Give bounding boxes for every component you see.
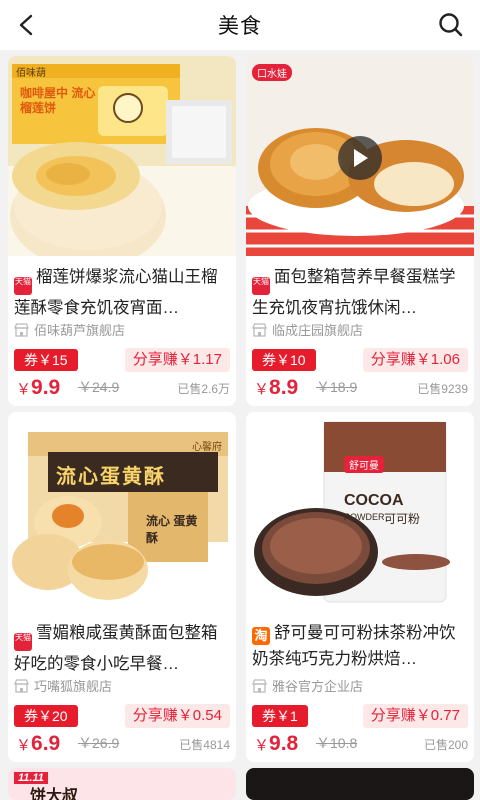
image-brand-text: 饼大叔 — [30, 788, 79, 800]
search-button[interactable] — [434, 8, 468, 42]
tmall-badge: 天猫 — [14, 633, 32, 651]
price-row: ￥9.9 ￥24.9 已售2.6万 — [16, 374, 230, 400]
current-price: ￥9.9 — [16, 376, 61, 399]
image-pack-cn: 可可粉 — [384, 512, 421, 526]
product-card[interactable]: 心馨府 流心蛋黄酥 流心 蛋黄酥 天猫 雪媚粮咸蛋黄酥面包整箱好吃的零食小吃早餐…… — [8, 412, 236, 762]
chevron-left-icon — [19, 14, 33, 36]
coupon-badge[interactable]: 券￥10 — [252, 349, 316, 371]
play-icon — [354, 149, 368, 167]
image-brand-text: 心馨府 — [192, 442, 222, 453]
shop-name[interactable]: 佰味葫芦旗舰店 — [14, 320, 125, 339]
product-card-partial[interactable] — [246, 768, 474, 800]
share-earn-button[interactable]: 分享赚￥1.06 — [362, 348, 468, 372]
product-image: 心馨府 流心蛋黄酥 流心 蛋黄酥 — [8, 412, 236, 612]
product-name: 雪媚粮咸蛋黄酥面包整箱好吃的零食小吃早餐… — [14, 624, 218, 672]
store-icon — [252, 322, 267, 337]
price-row: ￥9.8 ￥10.8 已售200 — [254, 730, 468, 756]
product-name: 面包整箱营养早餐蛋糕学生充饥夜宵抗饿休闲… — [252, 268, 456, 316]
image-brand-text: 口水娃 — [252, 64, 292, 81]
back-button[interactable] — [10, 8, 44, 42]
sold-count: 已售2.6万 — [177, 382, 230, 396]
sold-count: 已售4814 — [179, 738, 230, 752]
share-earn-button[interactable]: 分享赚￥0.77 — [362, 704, 468, 728]
original-price: ￥10.8 — [316, 735, 358, 751]
product-image: 舒可曼 COCOA POWDER 可可粉 — [246, 412, 474, 612]
product-title[interactable]: 天猫 面包整箱营养早餐蛋糕学生充饥夜宵抗饿休闲… — [252, 264, 470, 316]
product-image: 佰味葫 咖啡屋中 流心榴莲饼 — [8, 56, 236, 256]
tmall-badge: 天猫 — [14, 277, 32, 295]
share-earn-button[interactable]: 分享赚￥0.54 — [124, 704, 230, 728]
image-pack-title: COCOA — [344, 492, 404, 509]
store-icon — [14, 678, 29, 693]
image-brand-text: 舒可曼 — [344, 456, 384, 473]
sold-count: 已售9239 — [417, 382, 468, 396]
store-icon — [252, 678, 267, 693]
coupon-badge[interactable]: 券￥1 — [252, 705, 308, 727]
taobao-badge: 淘 — [252, 627, 270, 645]
price-row: ￥6.9 ￥26.9 已售4814 — [16, 730, 230, 756]
image-pack-sub: POWDER — [344, 512, 385, 522]
product-card[interactable]: 口水娃 天猫 面包整箱营养早餐蛋糕学生充饥夜宵抗饿休闲… 临成庄园旗舰店 券￥10… — [246, 56, 474, 406]
image-brand-text: 佰味葫 — [16, 68, 46, 79]
video-play-button[interactable] — [338, 136, 382, 180]
product-name: 舒可曼可可粉抹茶粉冲饮奶茶纯巧克力粉烘焙… — [252, 624, 456, 668]
original-price: ￥18.9 — [316, 379, 358, 395]
current-price: ￥9.8 — [254, 732, 299, 755]
product-title[interactable]: 淘舒可曼可可粉抹茶粉冲饮奶茶纯巧克力粉烘焙… — [252, 620, 470, 672]
image-box-text: 咖啡屋中 流心榴莲饼 — [20, 86, 96, 115]
sold-count: 已售200 — [423, 738, 468, 752]
share-earn-button[interactable]: 分享赚￥1.17 — [124, 348, 230, 372]
product-name: 榴莲饼爆浆流心猫山王榴莲酥零食充饥夜宵面… — [14, 268, 218, 316]
coupon-badge[interactable]: 券￥20 — [14, 705, 78, 727]
shop-name[interactable]: 巧嘴狐旗舰店 — [14, 676, 112, 695]
image-side-text: 流心 蛋黄酥 — [146, 514, 198, 545]
store-icon — [14, 322, 29, 337]
image-box-text: 流心蛋黄酥 — [56, 466, 166, 488]
product-card[interactable]: 佰味葫 咖啡屋中 流心榴莲饼 天猫 榴莲饼爆浆流心猫山王榴莲酥零食充饥夜宵面… 佰… — [8, 56, 236, 406]
shop-name[interactable]: 雅谷官方企业店 — [252, 676, 363, 695]
current-price: ￥8.9 — [254, 376, 299, 399]
product-image — [246, 768, 474, 800]
shop-name[interactable]: 临成庄园旗舰店 — [252, 320, 363, 339]
product-title[interactable]: 天猫 雪媚粮咸蛋黄酥面包整箱好吃的零食小吃早餐… — [14, 620, 232, 672]
search-icon — [439, 13, 463, 37]
product-card[interactable]: 舒可曼 COCOA POWDER 可可粉 淘舒可曼可可粉抹茶粉冲饮奶茶纯巧克力粉… — [246, 412, 474, 762]
product-title[interactable]: 天猫 榴莲饼爆浆流心猫山王榴莲酥零食充饥夜宵面… — [14, 264, 232, 316]
top-bar: 美食 — [0, 0, 480, 50]
product-card-partial[interactable]: 11.11 饼大叔 — [8, 768, 236, 800]
original-price: ￥26.9 — [78, 735, 120, 751]
product-image: 口水娃 — [246, 56, 474, 256]
page-title: 美食 — [218, 15, 262, 38]
tmall-badge: 天猫 — [252, 277, 270, 295]
current-price: ￥6.9 — [16, 732, 61, 755]
coupon-badge[interactable]: 券￥15 — [14, 349, 78, 371]
price-row: ￥8.9 ￥18.9 已售9239 — [254, 374, 468, 400]
original-price: ￥24.9 — [78, 379, 120, 395]
